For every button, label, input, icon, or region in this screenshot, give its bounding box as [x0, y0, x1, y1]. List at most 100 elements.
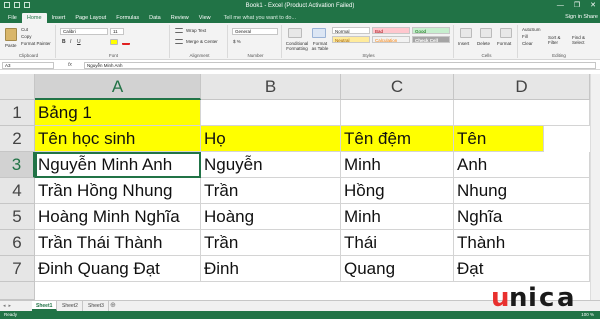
- fx-icon[interactable]: fx: [68, 61, 72, 70]
- cell-b2[interactable]: Họ: [201, 126, 341, 152]
- row-header-3[interactable]: 3: [0, 152, 35, 178]
- wrap-text-button[interactable]: Wrap Text: [186, 28, 206, 33]
- format-as-table-button[interactable]: Format as Table: [310, 41, 330, 51]
- style-check-cell[interactable]: Check Cell: [412, 36, 450, 43]
- cell-c1[interactable]: [341, 100, 454, 126]
- underline-button[interactable]: U: [77, 39, 81, 45]
- vertical-scrollbar[interactable]: [590, 74, 600, 300]
- tab-home[interactable]: Home: [21, 13, 47, 23]
- paste-button[interactable]: Paste: [5, 43, 17, 48]
- tab-review[interactable]: Review: [166, 13, 194, 23]
- format-button[interactable]: Format: [497, 41, 511, 46]
- row-header-4[interactable]: 4: [0, 178, 35, 204]
- sign-in-link[interactable]: Sign in: [565, 12, 582, 22]
- font-name-select[interactable]: Calibri: [60, 28, 108, 35]
- tab-page-layout[interactable]: Page Layout: [70, 13, 111, 23]
- cell-d2[interactable]: Tên: [454, 126, 544, 152]
- bold-button[interactable]: B: [62, 39, 66, 45]
- format-cells-icon[interactable]: [500, 28, 512, 38]
- style-good[interactable]: Good: [412, 27, 450, 34]
- row-header-7[interactable]: 7: [0, 256, 35, 282]
- conditional-formatting-icon[interactable]: [288, 28, 302, 38]
- sheet-tab-sheet3[interactable]: Sheet3: [84, 301, 109, 311]
- cell-c5[interactable]: Minh: [341, 204, 454, 230]
- style-bad[interactable]: Bad: [372, 27, 410, 34]
- copy-button[interactable]: Copy: [21, 34, 32, 39]
- cell-d1[interactable]: [454, 100, 590, 126]
- column-header-d[interactable]: D: [454, 74, 590, 100]
- currency-button[interactable]: $ %: [233, 39, 241, 44]
- insert-button[interactable]: Insert: [458, 41, 469, 46]
- column-header-b[interactable]: B: [201, 74, 341, 100]
- conditional-formatting-button[interactable]: Conditional Formatting: [284, 41, 310, 51]
- cell-a7[interactable]: Đinh Quang Đạt: [35, 256, 201, 282]
- cell-c6[interactable]: Thái: [341, 230, 454, 256]
- fill-color-icon[interactable]: [110, 39, 118, 45]
- column-header-a[interactable]: A: [35, 74, 201, 100]
- merge-center-button[interactable]: Merge & Center: [186, 39, 218, 44]
- tab-formulas[interactable]: Formulas: [111, 13, 144, 23]
- align-top-icon[interactable]: [175, 28, 183, 33]
- tab-view[interactable]: View: [194, 13, 216, 23]
- row-header-8[interactable]: [0, 282, 35, 300]
- cell-d4[interactable]: Nhung: [454, 178, 590, 204]
- style-neutral[interactable]: Neutral: [332, 36, 370, 43]
- row-header-2[interactable]: 2: [0, 126, 35, 152]
- format-painter-button[interactable]: Format Painter: [21, 41, 51, 46]
- autosum-button[interactable]: AutoSum: [522, 27, 541, 32]
- cell-b3[interactable]: Nguyễn: [201, 152, 341, 178]
- cell-a4[interactable]: Trần Hồng Nhung: [35, 178, 201, 204]
- cell-d7[interactable]: Đạt: [454, 256, 590, 282]
- cell-d3[interactable]: Anh: [454, 152, 590, 178]
- cell-b6[interactable]: Trần: [201, 230, 341, 256]
- paste-icon[interactable]: [5, 28, 17, 41]
- cell-a2[interactable]: Tên học sinh: [35, 126, 201, 152]
- add-sheet-icon[interactable]: ⊕: [110, 301, 116, 311]
- cell-d5[interactable]: Nghĩa: [454, 204, 590, 230]
- cell-c3[interactable]: Minh: [341, 152, 454, 178]
- cell-c7[interactable]: Quang: [341, 256, 454, 282]
- tab-insert[interactable]: Insert: [47, 13, 71, 23]
- cell-b7[interactable]: Đinh: [201, 256, 341, 282]
- restore-button[interactable]: ❐: [574, 1, 580, 11]
- sort-filter-button[interactable]: Sort & Filter: [548, 35, 570, 45]
- find-select-button[interactable]: Find & Select: [572, 35, 596, 45]
- cell-b4[interactable]: Trần: [201, 178, 341, 204]
- cell-d6[interactable]: Thành: [454, 230, 590, 256]
- close-button[interactable]: ✕: [590, 1, 596, 11]
- align-left-icon[interactable]: [175, 39, 183, 44]
- style-calculation[interactable]: Calculation: [372, 36, 410, 43]
- minimize-button[interactable]: —: [557, 1, 564, 11]
- cell-c2[interactable]: Tên đệm: [341, 126, 454, 152]
- row-header-5[interactable]: 5: [0, 204, 35, 230]
- row-header-6[interactable]: 6: [0, 230, 35, 256]
- sheet-tab-sheet1[interactable]: Sheet1: [32, 301, 58, 311]
- cell-c4[interactable]: Hồng: [341, 178, 454, 204]
- italic-button[interactable]: I: [70, 39, 71, 45]
- cell-b5[interactable]: Hoàng: [201, 204, 341, 230]
- cell-a6[interactable]: Trần Thái Thành: [35, 230, 201, 256]
- tab-file[interactable]: File: [3, 13, 22, 23]
- fill-button[interactable]: Fill: [522, 34, 528, 39]
- font-color-icon[interactable]: [122, 39, 130, 45]
- delete-cells-icon[interactable]: [480, 28, 492, 38]
- insert-cells-icon[interactable]: [460, 28, 472, 38]
- row-header-1[interactable]: 1: [0, 100, 35, 126]
- formula-input[interactable]: Nguyễn Minh Anh: [84, 62, 596, 69]
- name-box[interactable]: A3: [2, 62, 54, 69]
- share-button[interactable]: Share: [583, 12, 598, 22]
- font-size-select[interactable]: 11: [110, 28, 124, 35]
- number-format-select[interactable]: General: [232, 28, 278, 35]
- column-header-c[interactable]: C: [341, 74, 454, 100]
- cell-a5[interactable]: Hoàng Minh Nghĩa: [35, 204, 201, 230]
- tab-data[interactable]: Data: [144, 13, 166, 23]
- sheet-nav-arrows[interactable]: ◂▸: [3, 302, 14, 311]
- zoom-level[interactable]: 100 %: [581, 311, 594, 319]
- cell-a1[interactable]: Bảng 1: [35, 100, 201, 126]
- format-table-icon[interactable]: [312, 28, 326, 38]
- delete-button[interactable]: Delete: [477, 41, 490, 46]
- cell-b1[interactable]: [201, 100, 341, 126]
- sheet-tab-sheet2[interactable]: Sheet2: [58, 301, 83, 311]
- cut-button[interactable]: Cut: [21, 27, 28, 32]
- cell-a3[interactable]: Nguyễn Minh Anh: [35, 152, 201, 178]
